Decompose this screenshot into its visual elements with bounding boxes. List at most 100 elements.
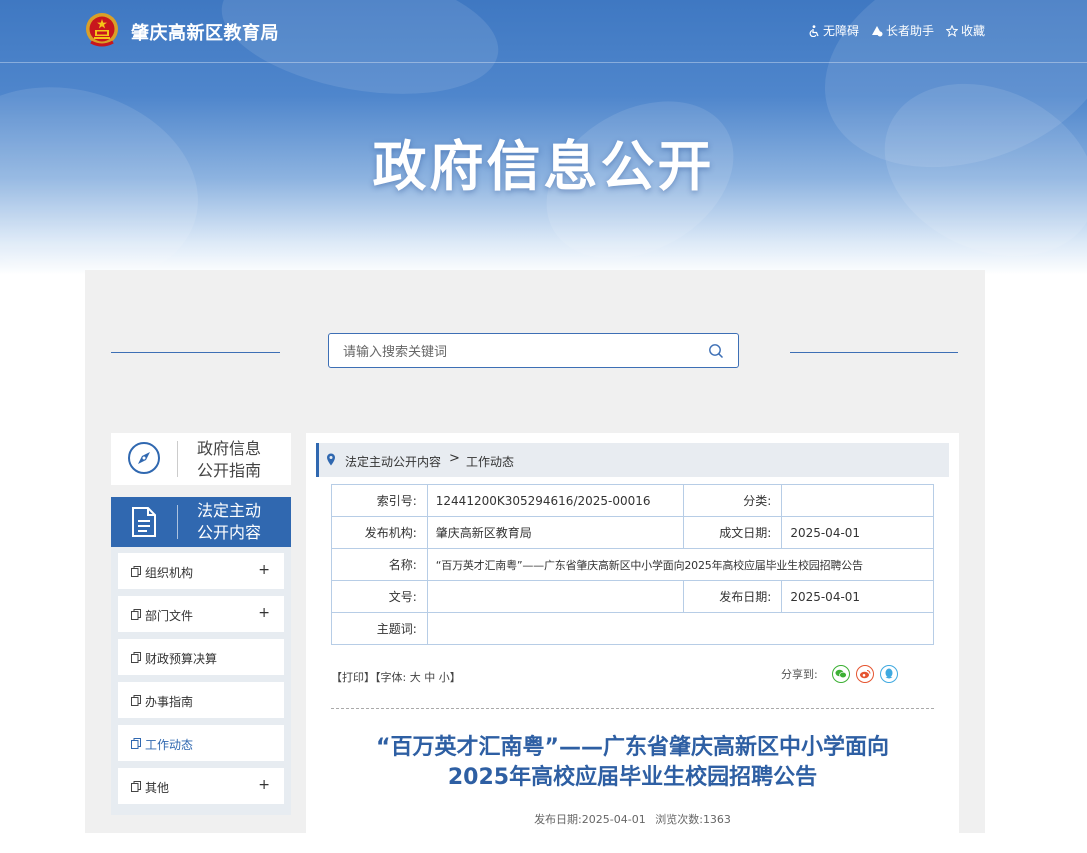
elder-assist-label: 长者助手 bbox=[885, 24, 934, 38]
name-label: 名称: bbox=[331, 548, 428, 581]
wechat-share-button[interactable] bbox=[831, 665, 850, 683]
meta-row: 主题词: bbox=[331, 612, 935, 645]
document-icon bbox=[132, 507, 156, 537]
sidebar-item-label: 部门文件 bbox=[145, 609, 194, 623]
breadcrumb-separator: > bbox=[449, 451, 460, 466]
sidebar-item-other[interactable]: 其他 + bbox=[118, 768, 284, 804]
article-info: 发布日期:2025-04-01 浏览次数:1363 bbox=[331, 811, 934, 827]
sidebar-item-statutory-disclosure[interactable]: 法定主动 公开内容 bbox=[111, 497, 291, 547]
guide-label-line2: 公开指南 bbox=[197, 461, 262, 480]
article-date-label: 发布日期: bbox=[534, 813, 582, 826]
sidebar-item-work-news[interactable]: 工作动态 bbox=[118, 725, 284, 761]
copy-icon bbox=[131, 609, 141, 620]
site-name[interactable]: 肇庆高新区教育局 bbox=[131, 19, 279, 45]
expand-icon[interactable]: + bbox=[258, 605, 270, 621]
index-label: 索引号: bbox=[331, 484, 428, 517]
national-emblem-logo bbox=[86, 13, 118, 47]
location-pin-icon bbox=[327, 453, 335, 466]
category-label: 分类: bbox=[682, 484, 783, 517]
breadcrumb-level1[interactable]: 法定主动公开内容 bbox=[345, 453, 441, 470]
meta-row: 文号: 发布日期: 2025-04-01 bbox=[331, 580, 934, 613]
sidebar-item-label: 工作动态 bbox=[145, 738, 194, 752]
breadcrumb-level2[interactable]: 工作动态 bbox=[466, 453, 514, 470]
accessibility-link[interactable]: 无障碍 bbox=[808, 22, 859, 39]
main-panel: 政府信息 公开指南 法定主动 公开内容 组织机构 + 部门文件 + bbox=[85, 270, 985, 853]
meta-row: 索引号: 12441200K305294616/2025-00016 分类: bbox=[331, 484, 934, 517]
font-size-suffix: 】 bbox=[449, 671, 461, 684]
elder-assist-icon bbox=[871, 25, 883, 36]
breadcrumb: 法定主动公开内容 > 工作动态 bbox=[316, 443, 949, 477]
search-icon[interactable] bbox=[708, 343, 724, 359]
subject-value bbox=[426, 612, 935, 645]
header-banner: 肇庆高新区教育局 无障碍 长者助手 收藏 政府信息公开 bbox=[0, 0, 1087, 275]
banner-title: 政府信息公开 bbox=[372, 135, 715, 198]
article-divider bbox=[331, 708, 934, 709]
search-left-line bbox=[111, 352, 280, 353]
accessibility-label: 无障碍 bbox=[822, 24, 859, 38]
search-box bbox=[328, 333, 739, 368]
active-label-line2: 公开内容 bbox=[197, 523, 262, 542]
written-date-label: 成文日期: bbox=[682, 516, 783, 549]
copy-icon bbox=[131, 566, 141, 577]
sidebar-item-label: 财政预算决算 bbox=[145, 652, 218, 666]
qq-share-button[interactable] bbox=[879, 665, 898, 683]
share-bar: 分享到: bbox=[781, 665, 898, 683]
category-value bbox=[781, 484, 934, 517]
font-large-button[interactable]: 大 bbox=[410, 671, 421, 684]
search-right-line bbox=[790, 352, 958, 353]
expand-icon[interactable]: + bbox=[258, 562, 270, 578]
active-label: 法定主动 公开内容 bbox=[197, 500, 261, 544]
sidebar-item-organization[interactable]: 组织机构 + bbox=[118, 553, 284, 589]
copy-icon bbox=[131, 781, 141, 792]
meta-row: 名称: “百万英才汇南粤”——广东省肇庆高新区中小学面向2025年高校应届毕业生… bbox=[331, 548, 935, 581]
article-tools: 【打印】【字体: 大 中 小】 bbox=[331, 669, 461, 685]
copy-icon bbox=[131, 695, 141, 706]
guide-divider bbox=[177, 441, 178, 477]
compass-icon bbox=[128, 442, 160, 474]
elder-assist-link[interactable]: 长者助手 bbox=[871, 22, 934, 39]
sidebar-subnav: 组织机构 + 部门文件 + 财政预算决算 办事指南 工作动态 其他 + bbox=[111, 547, 291, 815]
content-panel: 法定主动公开内容 > 工作动态 索引号: 12441200K305294616/… bbox=[306, 433, 959, 853]
publisher-label: 发布机构: bbox=[331, 516, 428, 549]
sidebar-item-service-guide[interactable]: 办事指南 bbox=[118, 682, 284, 718]
favorite-label: 收藏 bbox=[960, 24, 985, 38]
sidebar-item-budget[interactable]: 财政预算决算 bbox=[118, 639, 284, 675]
weibo-icon bbox=[859, 670, 871, 679]
search-input[interactable] bbox=[341, 342, 685, 362]
sidebar-item-disclosure-guide[interactable]: 政府信息 公开指南 bbox=[111, 433, 291, 485]
guide-label: 政府信息 公开指南 bbox=[197, 438, 261, 482]
subject-label: 主题词: bbox=[331, 612, 428, 645]
sidebar-item-department-docs[interactable]: 部门文件 + bbox=[118, 596, 284, 632]
font-medium-button[interactable]: 中 bbox=[424, 671, 435, 684]
name-value: “百万英才汇南粤”——广东省肇庆高新区中小学面向2025年高校应届毕业生校园招聘… bbox=[426, 548, 935, 581]
publisher-value: 肇庆高新区教育局 bbox=[426, 516, 684, 549]
guide-label-line1: 政府信息 bbox=[197, 439, 262, 458]
article-title: “百万英才汇南粤”——广东省肇庆高新区中小学面向 2025年高校应届毕业生校园招… bbox=[331, 733, 934, 793]
print-button[interactable]: 【打印】 bbox=[331, 671, 375, 684]
expand-icon[interactable]: + bbox=[258, 777, 270, 793]
wechat-icon bbox=[835, 669, 847, 679]
sidebar-item-label: 办事指南 bbox=[145, 695, 194, 709]
meta-row: 发布机构: 肇庆高新区教育局 成文日期: 2025-04-01 bbox=[331, 516, 934, 549]
article-views-label: 浏览次数: bbox=[655, 813, 703, 826]
article-title-line2: 2025年高校应届毕业生校园招聘公告 bbox=[447, 765, 818, 790]
font-size-prefix: 【字体: bbox=[375, 671, 407, 684]
top-links: 无障碍 长者助手 收藏 bbox=[808, 22, 985, 39]
sidebar-item-label: 其他 bbox=[145, 781, 170, 795]
accessibility-icon bbox=[809, 24, 819, 37]
weibo-share-button[interactable] bbox=[855, 665, 874, 683]
sidebar: 政府信息 公开指南 法定主动 公开内容 组织机构 + 部门文件 + 财政预算决算… bbox=[111, 433, 291, 815]
index-value: 12441200K305294616/2025-00016 bbox=[426, 484, 684, 517]
doc-no-value bbox=[426, 580, 684, 613]
sidebar-item-label: 组织机构 bbox=[145, 566, 194, 580]
share-label: 分享到: bbox=[781, 668, 818, 681]
written-date-value: 2025-04-01 bbox=[781, 516, 934, 549]
active-label-line1: 法定主动 bbox=[197, 501, 262, 520]
favorite-link[interactable]: 收藏 bbox=[945, 22, 985, 39]
font-small-button[interactable]: 小 bbox=[439, 671, 450, 684]
star-icon bbox=[945, 24, 958, 37]
copy-icon bbox=[131, 652, 141, 663]
article-title-line1: “百万英才汇南粤”——广东省肇庆高新区中小学面向 bbox=[376, 735, 889, 760]
copy-icon bbox=[131, 738, 141, 749]
document-meta-table: 索引号: 12441200K305294616/2025-00016 分类: 发… bbox=[331, 484, 935, 645]
